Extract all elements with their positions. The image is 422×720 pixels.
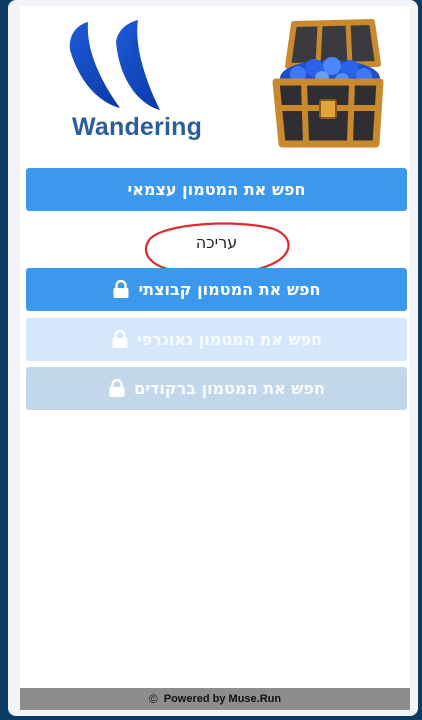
copyright-symbol: ©	[148, 692, 158, 706]
geo-hunt-button[interactable]: חפש את המטמון גאוגרפי	[26, 318, 407, 361]
barcode-hunt-button[interactable]: חפש את המטמון ברקודים	[26, 367, 407, 410]
self-hunt-label: חפש את המטמון עצמאי	[127, 180, 306, 199]
app-page: Wandering חפש את המטמון עצמאי עריכה חפש …	[20, 6, 410, 710]
group-hunt-button[interactable]: חפש את המטמון קבוצתי	[26, 268, 407, 311]
geo-hunt-label: חפש את המטמון גאוגרפי	[136, 330, 323, 349]
lock-icon	[109, 379, 125, 397]
group-hunt-label: חפש את המטמון קבוצתי	[138, 280, 321, 299]
logo-wordmark: Wandering	[72, 113, 203, 141]
barcode-hunt-label: חפש את המטמון ברקודים	[134, 379, 325, 398]
footer: © Powered by Muse.Run	[20, 688, 410, 710]
footer-text[interactable]: Powered by Muse.Run	[164, 693, 281, 705]
self-hunt-button[interactable]: חפש את המטמון עצמאי	[26, 168, 407, 211]
lock-icon	[113, 280, 129, 298]
lock-icon	[112, 330, 128, 348]
treasure-chest-icon	[272, 19, 384, 148]
